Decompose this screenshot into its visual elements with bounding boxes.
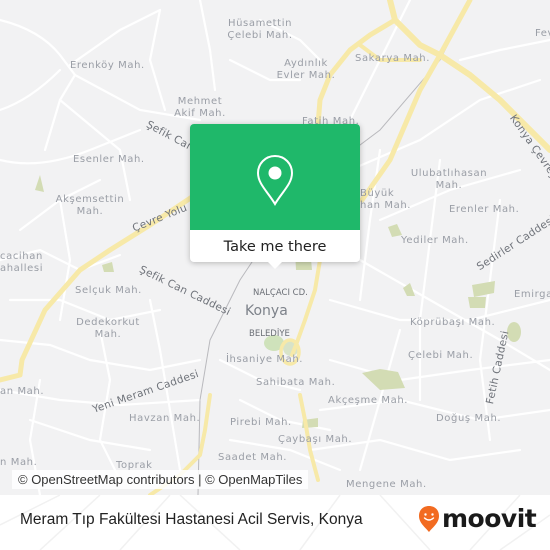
neighborhood-label-selcuk: Selçuk Mah. bbox=[75, 285, 142, 296]
footer-bar: Meram Tıp Fakültesi Hastanesi Acil Servi… bbox=[0, 495, 550, 550]
neighborhood-label-ulubatlihasan: Ulubatlıhasan Mah. bbox=[410, 168, 488, 191]
neighborhood-label-havzan: Havzan Mah. bbox=[129, 413, 201, 424]
neighborhood-label-celebi: Çelebi Mah. bbox=[408, 350, 474, 361]
neighborhood-label-n-mah: n Mah. bbox=[0, 457, 38, 468]
neighborhood-label-yediler: Yediler Mah. bbox=[401, 235, 469, 246]
neighborhood-label-esenler: Esenler Mah. bbox=[73, 154, 145, 165]
neighborhood-label-caybasi: Çaybaşı Mah. bbox=[278, 434, 353, 445]
neighborhood-label-aydinlik: Aydınlık Evler Mah. bbox=[276, 58, 336, 81]
neighborhood-label-erenler: Erenler Mah. bbox=[449, 204, 520, 215]
neighborhood-label-saadet: Saadet Mah. bbox=[218, 452, 288, 463]
neighborhood-label-dogus: Doğuş Mah. bbox=[436, 413, 502, 424]
map-pin-icon bbox=[256, 154, 294, 206]
neighborhood-label-mehmet-akif: Mehmet Akif Mah. bbox=[174, 96, 226, 119]
poi-label-nalcaci: NALÇACI CD. bbox=[253, 288, 308, 298]
neighborhood-label-sakarya: Sakarya Mah. bbox=[355, 53, 431, 64]
moovit-pin-icon bbox=[419, 505, 439, 532]
neighborhood-label-emirgazi: Emirga bbox=[514, 289, 550, 300]
neighborhood-label-akcesme: Akçeşme Mah. bbox=[328, 395, 409, 406]
map-canvas[interactable]: Hüsamettin Çelebi Mah. Erenköy Mah. Sakar… bbox=[0, 0, 550, 495]
neighborhood-label-dedekorkut: Dedekorkut Mah. bbox=[76, 317, 140, 340]
neighborhood-label-husamettin: Hüsamettin Çelebi Mah. bbox=[227, 18, 293, 41]
popup-pointer bbox=[266, 260, 284, 269]
neighborhood-label-kocacihan: cacihan ahallesi bbox=[0, 251, 44, 274]
neighborhood-label-mengene: Mengene Mah. bbox=[346, 479, 427, 490]
city-label: Konya bbox=[245, 303, 288, 319]
neighborhood-label-erenkoy: Erenköy Mah. bbox=[70, 60, 145, 71]
neighborhood-label-koprubasi: Köprübaşı Mah. bbox=[410, 317, 496, 328]
take-me-there-button[interactable]: Take me there bbox=[190, 230, 360, 262]
neighborhood-label-sahibata: Sahibata Mah. bbox=[256, 377, 336, 388]
neighborhood-label-aksemsettin: Akşemsettin Mah. bbox=[55, 194, 125, 217]
map-attribution: © OpenStreetMap contributors | © OpenMap… bbox=[12, 470, 309, 489]
neighborhood-label-an-mah: an Mah. bbox=[0, 386, 45, 397]
neighborhood-label-ihsaniye: İhsaniye Mah. bbox=[226, 354, 304, 365]
neighborhood-label-pirebi: Pirebi Mah. bbox=[230, 417, 292, 428]
popup-header bbox=[190, 124, 360, 230]
moovit-logo-text: moovit bbox=[442, 504, 537, 533]
poi-label-belediye: BELEDİYE bbox=[249, 329, 290, 339]
destination-title: Meram Tıp Fakültesi Hastanesi Acil Servi… bbox=[20, 511, 363, 528]
moovit-logo[interactable]: moovit bbox=[418, 504, 537, 533]
neighborhood-label-fev: Fev bbox=[535, 28, 550, 39]
neighborhood-label-buyuk: Büyük han Mah. bbox=[360, 188, 412, 211]
take-me-there-popup[interactable]: Take me there bbox=[190, 124, 360, 269]
